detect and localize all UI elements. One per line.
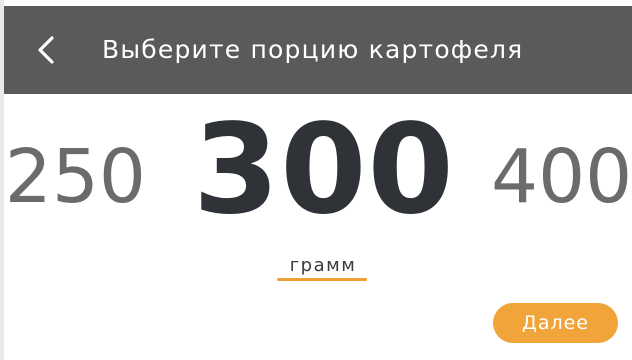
portion-option-selected[interactable]: 300 [193,108,455,232]
next-button[interactable]: Далее [493,303,618,343]
page-title: Выберите порцию картофеля [102,35,524,64]
selection-indicator [277,278,367,281]
back-button[interactable] [28,30,68,70]
screen: Выберите порцию картофеля 250 300 400 гр… [0,0,632,360]
portion-option-previous[interactable]: 250 [5,140,146,214]
header-bar: Выберите порцию картофеля [4,6,632,94]
chevron-left-icon [38,36,54,64]
unit-label: грамм [289,255,357,276]
portion-option-next[interactable]: 400 [491,140,632,214]
